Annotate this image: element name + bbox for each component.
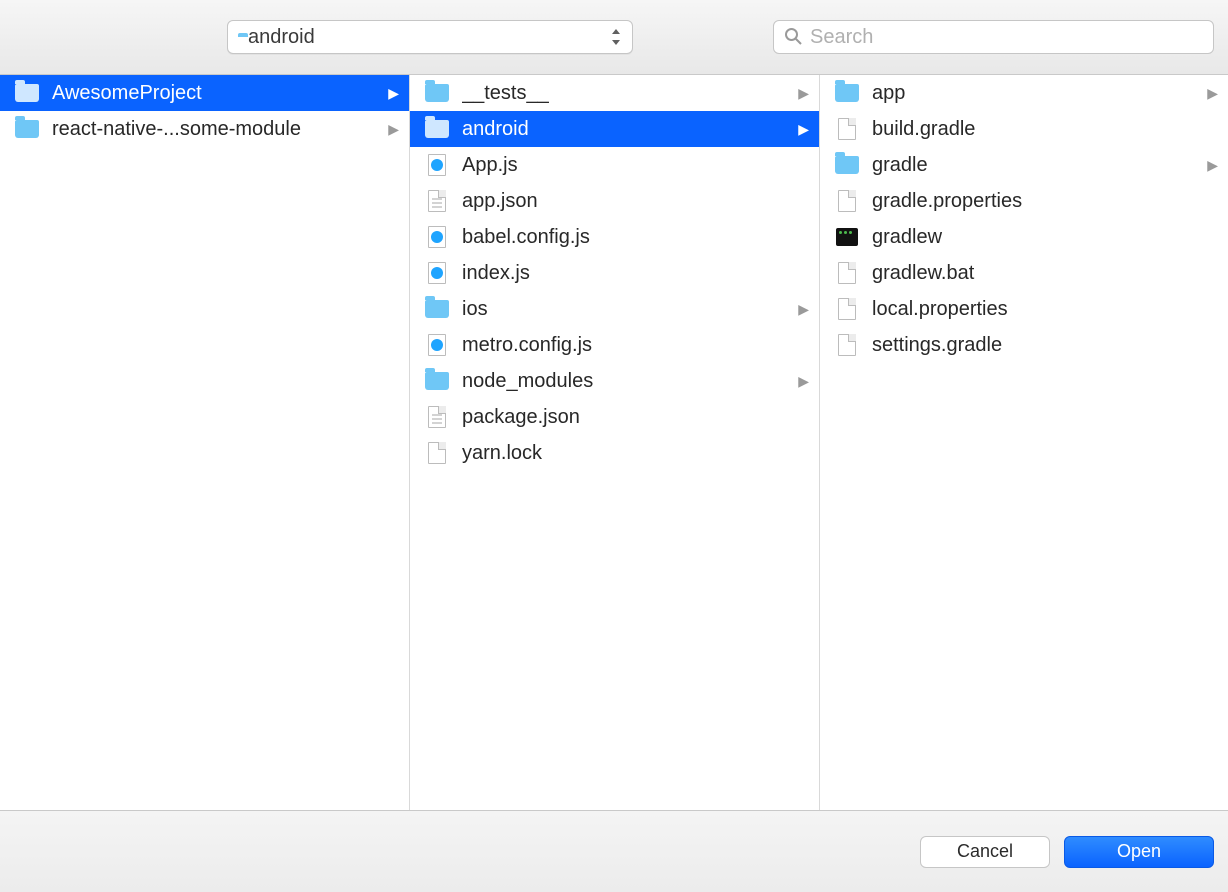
list-item[interactable]: gradle ▶ <box>820 147 1228 183</box>
text-file-icon <box>424 188 450 214</box>
path-popup-button[interactable]: android <box>227 20 633 54</box>
list-item[interactable]: gradlew <box>820 219 1228 255</box>
path-label: android <box>248 26 610 49</box>
list-item[interactable]: app.json <box>410 183 819 219</box>
column-2[interactable]: __tests__ ▶ android ▶ App.js app.json babel.co… <box>410 75 820 810</box>
list-item-label: gradle.properties <box>872 190 1218 213</box>
list-item-label: gradlew <box>872 226 1218 249</box>
search-input[interactable] <box>810 26 1203 49</box>
js-file-icon <box>424 260 450 286</box>
list-item-label: app <box>872 82 1201 105</box>
list-item-label: AwesomeProject <box>52 82 382 105</box>
list-item-label: node_modules <box>462 370 792 393</box>
list-item[interactable]: gradle.properties <box>820 183 1228 219</box>
list-item-label: __tests__ <box>462 82 792 105</box>
list-item[interactable]: gradlew.bat <box>820 255 1228 291</box>
text-file-icon <box>424 404 450 430</box>
chevron-right-icon: ▶ <box>1207 85 1218 102</box>
list-item[interactable]: react-native-...some-module ▶ <box>0 111 409 147</box>
folder-icon <box>424 116 450 142</box>
list-item-label: index.js <box>462 262 809 285</box>
js-file-icon <box>424 224 450 250</box>
file-icon <box>834 116 860 142</box>
search-icon <box>784 27 802 48</box>
list-item-label: gradlew.bat <box>872 262 1218 285</box>
footer: Cancel Open <box>0 810 1228 892</box>
list-item-label: babel.config.js <box>462 226 809 249</box>
folder-icon <box>14 116 40 142</box>
executable-icon <box>834 224 860 250</box>
column-3[interactable]: app ▶ build.gradle gradle ▶ gradle.properties… <box>820 75 1228 810</box>
list-item[interactable]: app ▶ <box>820 75 1228 111</box>
folder-icon <box>834 80 860 106</box>
list-item[interactable]: AwesomeProject ▶ <box>0 75 409 111</box>
list-item[interactable]: __tests__ ▶ <box>410 75 819 111</box>
chevron-right-icon: ▶ <box>798 373 809 390</box>
column-browser: AwesomeProject▶react-native-...some-modu… <box>0 75 1228 810</box>
file-icon <box>834 260 860 286</box>
folder-icon <box>14 80 40 106</box>
chevron-right-icon: ▶ <box>1207 157 1218 174</box>
list-item-label: build.gradle <box>872 118 1218 141</box>
list-item-label: react-native-...some-module <box>52 118 382 141</box>
open-button[interactable]: Open <box>1064 836 1214 868</box>
list-item-label: local.properties <box>872 298 1218 321</box>
chevron-right-icon: ▶ <box>388 121 399 138</box>
file-icon <box>834 188 860 214</box>
file-icon <box>424 440 450 466</box>
list-item-label: metro.config.js <box>462 334 809 357</box>
list-item[interactable]: metro.config.js <box>410 327 819 363</box>
list-item-label: app.json <box>462 190 809 213</box>
folder-icon <box>424 368 450 394</box>
list-item[interactable]: build.gradle <box>820 111 1228 147</box>
list-item-label: settings.gradle <box>872 334 1218 357</box>
list-item-label: android <box>462 118 792 141</box>
folder-icon <box>424 80 450 106</box>
search-field[interactable] <box>773 20 1214 54</box>
cancel-button[interactable]: Cancel <box>920 836 1050 868</box>
list-item[interactable]: package.json <box>410 399 819 435</box>
list-item[interactable]: babel.config.js <box>410 219 819 255</box>
folder-icon <box>424 296 450 322</box>
list-item[interactable]: settings.gradle <box>820 327 1228 363</box>
list-item[interactable]: yarn.lock <box>410 435 819 471</box>
list-item[interactable]: ios ▶ <box>410 291 819 327</box>
js-file-icon <box>424 152 450 178</box>
chevron-right-icon: ▶ <box>798 301 809 318</box>
list-item[interactable]: android ▶ <box>410 111 819 147</box>
column-1[interactable]: AwesomeProject▶react-native-...some-modu… <box>0 75 410 810</box>
js-file-icon <box>424 332 450 358</box>
list-item[interactable]: local.properties <box>820 291 1228 327</box>
list-item-label: App.js <box>462 154 809 177</box>
list-item-label: package.json <box>462 406 809 429</box>
list-item[interactable]: App.js <box>410 147 819 183</box>
updown-icon <box>610 28 622 46</box>
list-item[interactable]: index.js <box>410 255 819 291</box>
chevron-right-icon: ▶ <box>798 121 809 138</box>
toolbar: android <box>0 0 1228 75</box>
list-item[interactable]: node_modules ▶ <box>410 363 819 399</box>
file-icon <box>834 296 860 322</box>
chevron-right-icon: ▶ <box>388 85 399 102</box>
list-item-label: yarn.lock <box>462 442 809 465</box>
file-icon <box>834 332 860 358</box>
list-item-label: gradle <box>872 154 1201 177</box>
chevron-right-icon: ▶ <box>798 85 809 102</box>
folder-icon <box>834 152 860 178</box>
list-item-label: ios <box>462 298 792 321</box>
